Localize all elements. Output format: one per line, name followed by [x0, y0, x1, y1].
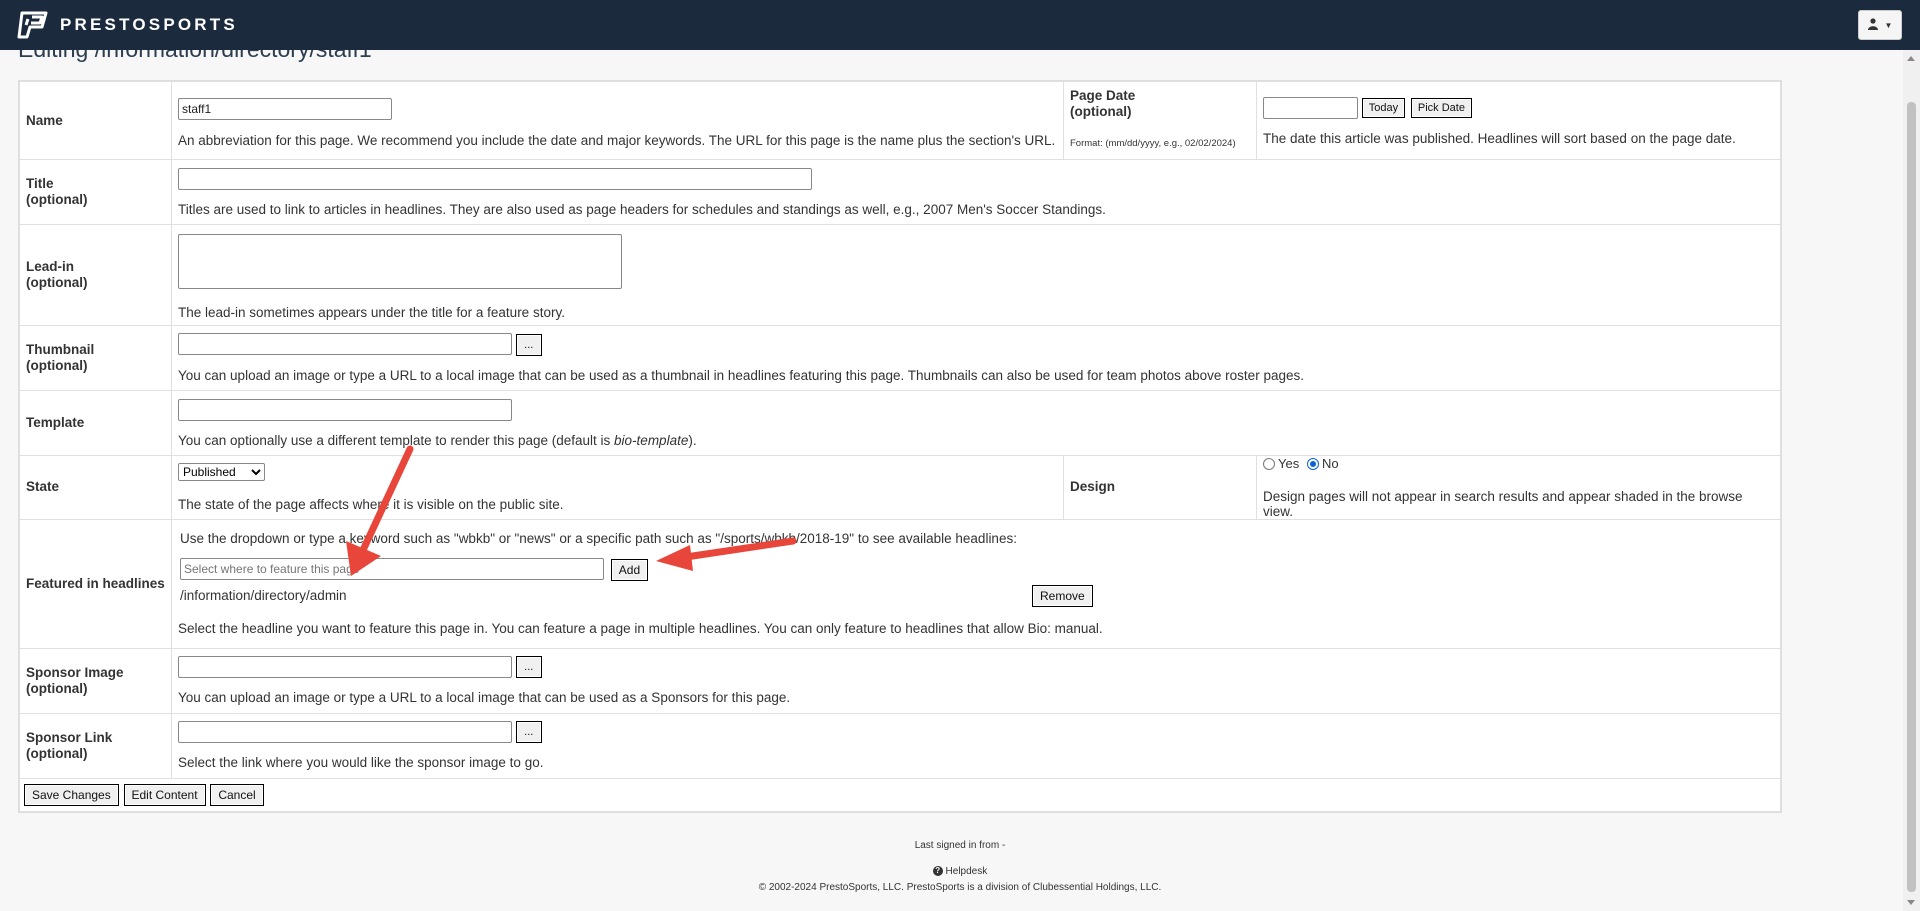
save-changes-button[interactable]: Save Changes	[24, 783, 119, 806]
page-date-help: The date this article was published. Hea…	[1263, 131, 1736, 146]
featured-search-input[interactable]	[180, 558, 604, 581]
top-navigation-bar: PRESTOSPORTS ▼	[0, 0, 1920, 50]
prestosports-logo[interactable]: PRESTOSPORTS	[16, 11, 238, 39]
template-row: Template You can optionally use a differ…	[19, 390, 1781, 456]
cancel-button[interactable]: Cancel	[210, 783, 264, 806]
thumbnail-row: Thumbnail (optional) ... You can upload a…	[19, 325, 1781, 391]
state-select[interactable]: Published	[178, 462, 265, 481]
user-icon	[1867, 17, 1882, 33]
page-date-input[interactable]	[1263, 97, 1358, 119]
lead-in-label: Lead-in	[26, 259, 75, 274]
remove-headline-button[interactable]: Remove	[1032, 584, 1093, 607]
featured-entry-path: /information/directory/admin	[180, 587, 347, 603]
today-button[interactable]: Today	[1361, 98, 1406, 119]
featured-label: Featured in headlines	[19, 518, 172, 649]
title-optional: (optional)	[26, 192, 88, 207]
design-yes-radio[interactable]: Yes	[1263, 456, 1299, 471]
scroll-up-icon[interactable]	[1907, 56, 1915, 61]
state-help: The state of the page affects where it i…	[178, 496, 564, 512]
title-label: Title	[26, 176, 54, 191]
sponsor-image-browse-button[interactable]: ...	[515, 656, 542, 679]
actions-row: Save Changes Edit Content Cancel	[19, 777, 1781, 812]
name-row: Name An abbreviation for this page. We r…	[19, 81, 1781, 160]
state-row: State Published The state of the page af…	[19, 455, 1781, 520]
state-label: State	[19, 455, 172, 520]
name-input[interactable]	[178, 97, 392, 120]
last-signed-text: Last signed in from -	[914, 840, 1006, 851]
helpdesk-row: ? Helpdesk	[0, 866, 1920, 877]
page-date-optional: (optional)	[1070, 104, 1132, 119]
scroll-down-icon[interactable]	[1907, 900, 1915, 905]
presto-logo-icon	[17, 11, 48, 39]
lead-in-optional: (optional)	[26, 275, 88, 290]
user-menu-button[interactable]: ▼	[1858, 10, 1902, 40]
vertical-scrollbar[interactable]	[1903, 50, 1920, 911]
helpdesk-link[interactable]: ? Helpdesk	[932, 866, 987, 877]
add-headline-button[interactable]: Add	[610, 558, 649, 581]
template-default-name: bio-template	[614, 432, 689, 448]
sponsor-image-label: Sponsor Image	[26, 664, 124, 680]
radio-checked-icon	[1306, 457, 1319, 470]
edit-page-form: Name An abbreviation for this page. We r…	[18, 80, 1782, 813]
thumbnail-label: Thumbnail	[26, 342, 95, 357]
lead-in-row: Lead-in (optional) The lead-in sometimes …	[19, 224, 1781, 326]
thumbnail-help: You can upload an image or type a URL to…	[178, 367, 1304, 383]
sponsor-image-row: Sponsor Image (optional) ... You can uplo…	[19, 647, 1781, 714]
thumbnail-input[interactable]	[178, 333, 512, 356]
title-input[interactable]	[178, 167, 812, 190]
page-date-format: Format: (mm/dd/yyyy, e.g., 02/02/2024)	[1070, 138, 1236, 149]
name-label: Name	[19, 81, 172, 160]
template-help: You can optionally use a different templ…	[178, 432, 697, 448]
caret-down-icon: ▼	[1884, 20, 1893, 30]
template-input[interactable]	[178, 398, 512, 421]
thumbnail-browse-button[interactable]: ...	[515, 333, 542, 356]
template-label: Template	[19, 390, 172, 456]
title-help: Titles are used to link to articles in h…	[178, 201, 1106, 217]
sponsor-link-input[interactable]	[178, 720, 512, 743]
sponsor-image-help: You can upload an image or type a URL to…	[178, 690, 791, 706]
scrollbar-thumb[interactable]	[1907, 102, 1916, 892]
sponsor-link-optional: (optional)	[26, 745, 88, 761]
sponsor-link-label: Sponsor Link	[26, 729, 113, 745]
sponsor-link-row: Sponsor Link (optional) ... Select the li…	[19, 712, 1781, 779]
brand-name: PRESTOSPORTS	[60, 15, 238, 34]
featured-row: Featured in headlines Use the dropdown o…	[19, 518, 1781, 649]
question-circle-icon: ?	[932, 866, 943, 877]
lead-in-help: The lead-in sometimes appears under the …	[178, 305, 565, 320]
pick-date-button[interactable]: Pick Date	[1410, 98, 1472, 119]
sponsor-image-input[interactable]	[178, 655, 512, 678]
copyright-text: © 2002-2024 PrestoSports, LLC. PrestoSpo…	[758, 882, 1162, 893]
sponsor-image-optional: (optional)	[26, 680, 88, 696]
featured-help: Select the headline you want to feature …	[178, 620, 1103, 636]
thumbnail-optional: (optional)	[26, 358, 88, 373]
design-no-radio[interactable]: No	[1306, 456, 1339, 471]
sponsor-link-browse-button[interactable]: ...	[515, 721, 542, 744]
title-row: Title (optional) Titles are used to link …	[19, 159, 1781, 225]
lead-in-textarea[interactable]	[178, 234, 622, 289]
design-help: Design pages will not appear in search r…	[1263, 488, 1743, 519]
design-label: Design	[1063, 455, 1257, 520]
edit-content-button[interactable]: Edit Content	[123, 783, 206, 806]
featured-instructions: Use the dropdown or type a keyword such …	[180, 531, 1017, 547]
name-help: An abbreviation for this page. We recomm…	[178, 132, 1056, 148]
sponsor-link-help: Select the link where you would like the…	[178, 755, 544, 771]
page-date-label: Page Date	[1070, 88, 1136, 103]
radio-unchecked-icon	[1263, 457, 1275, 470]
